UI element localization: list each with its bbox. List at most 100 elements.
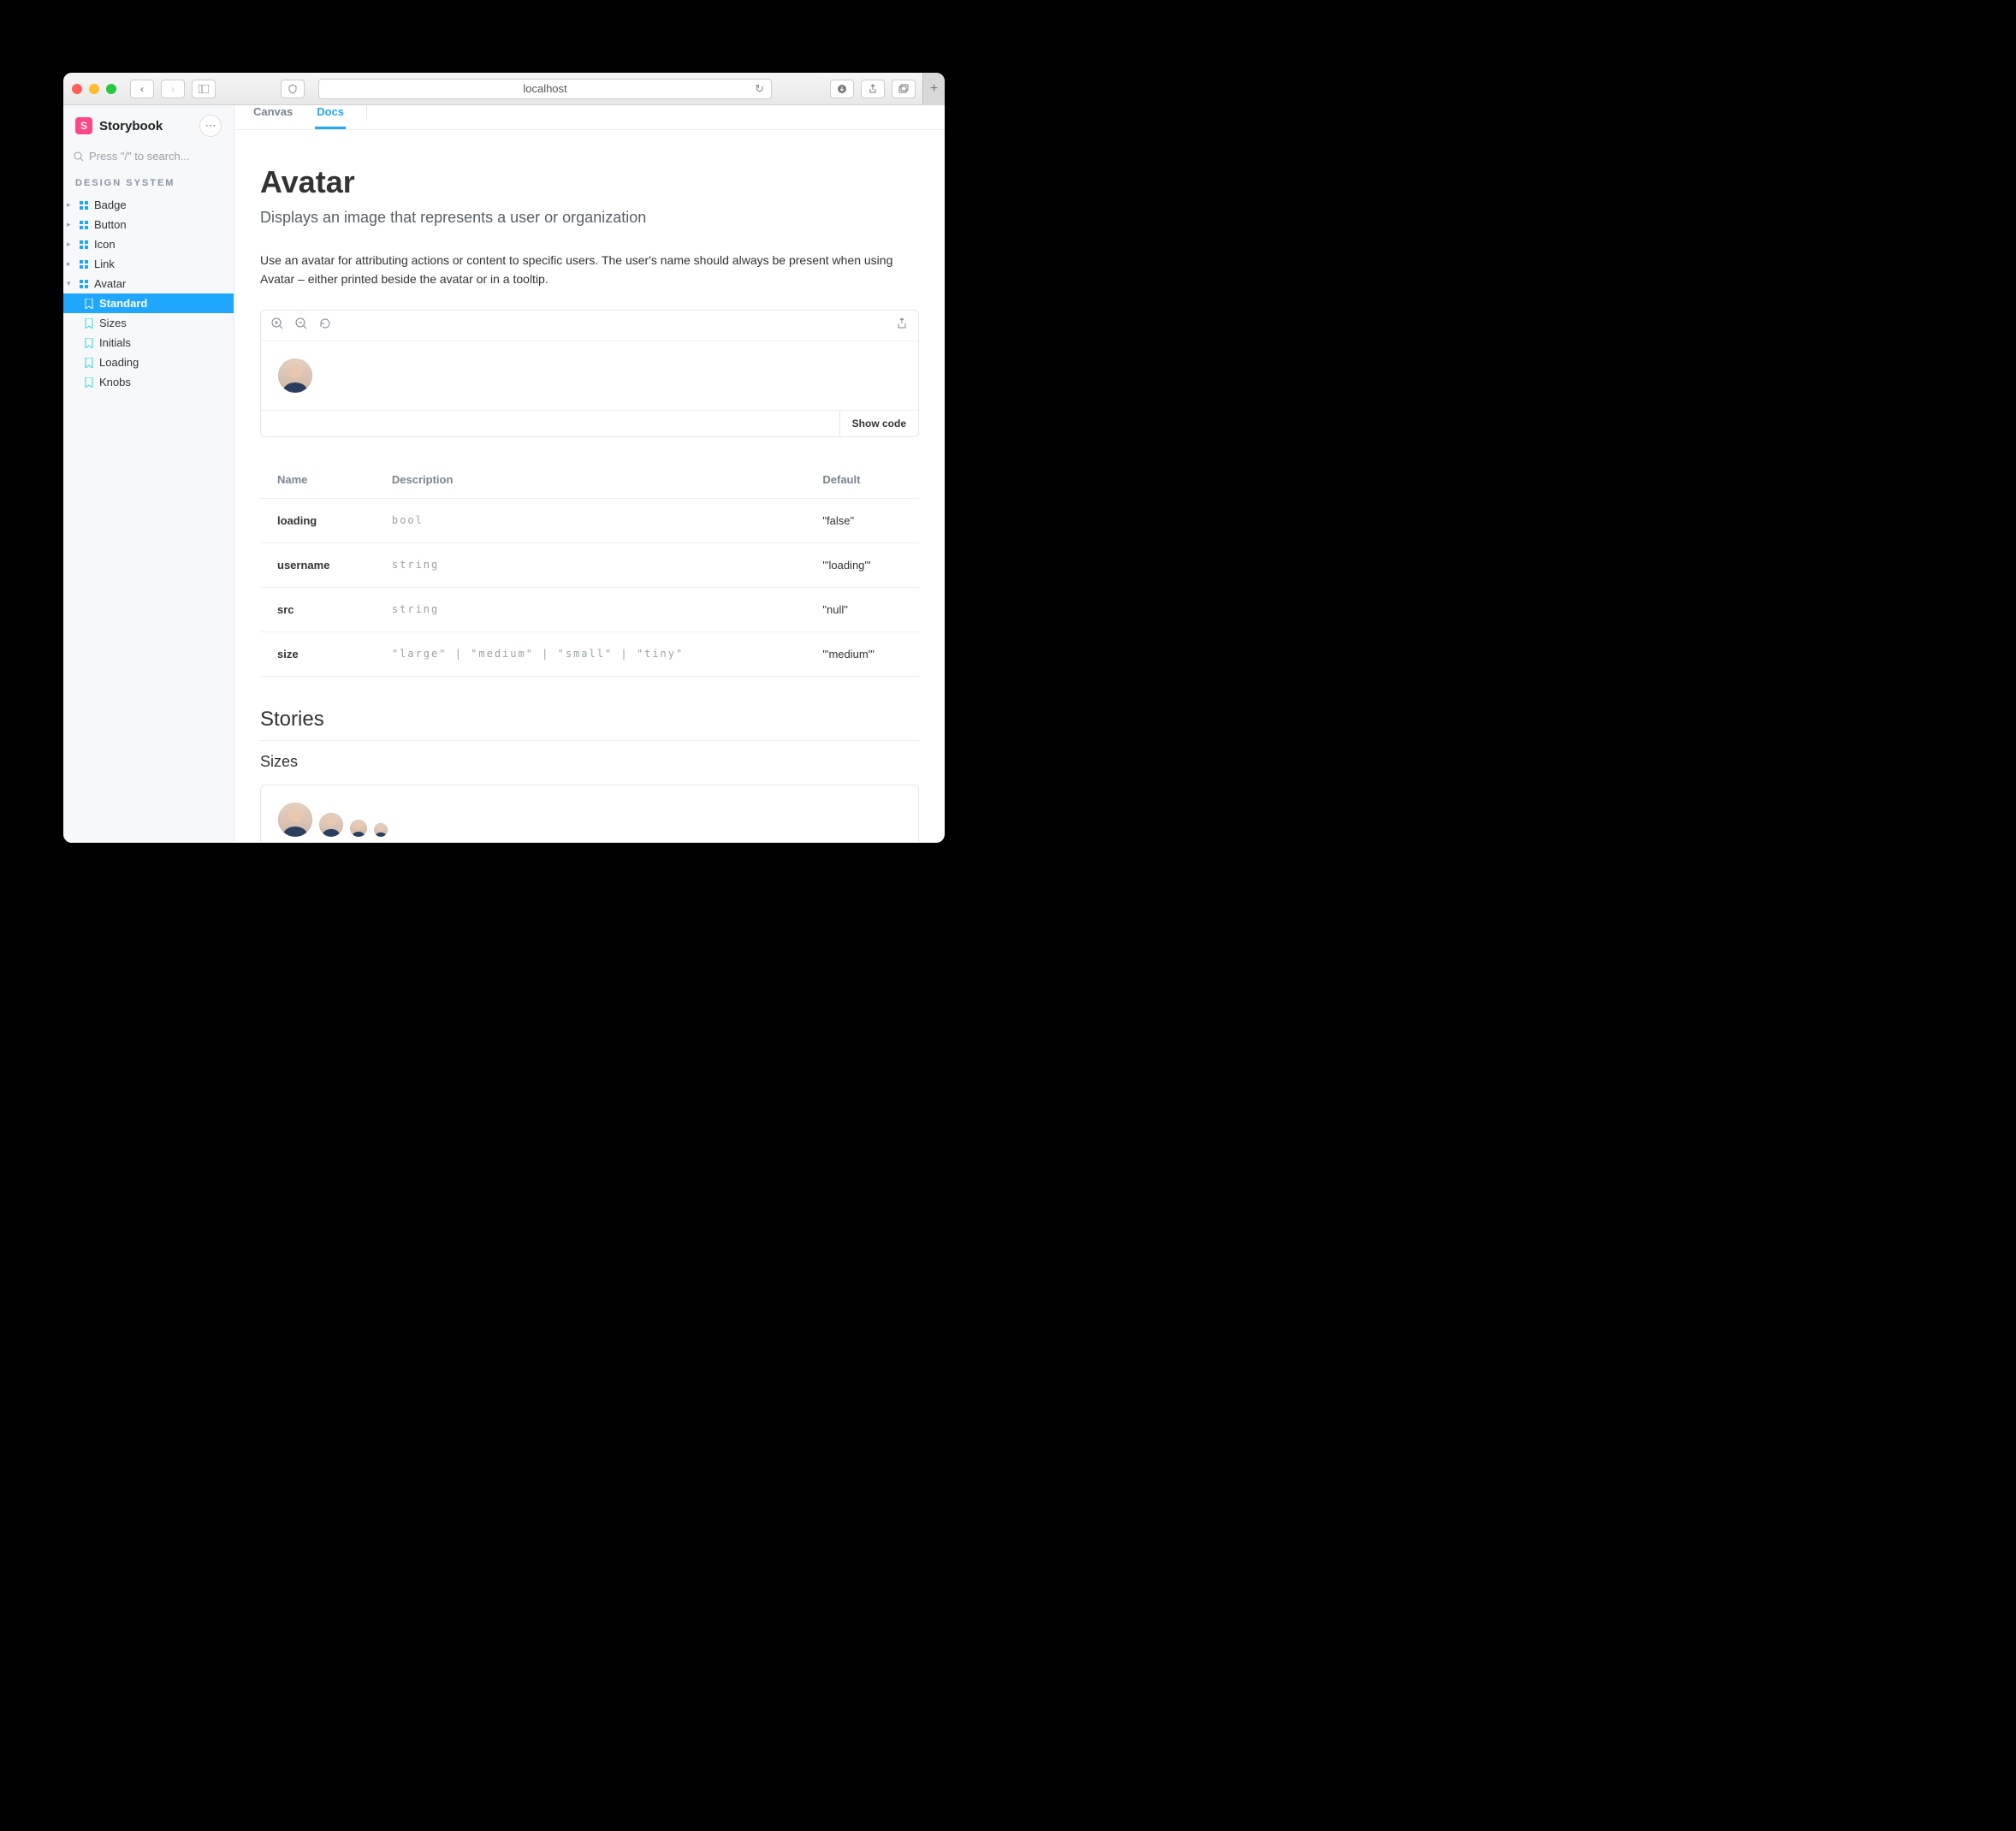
page-subtitle: Displays an image that represents a user… bbox=[260, 209, 919, 227]
sidebar: S Storybook ⋯ Press "/" to search... DES… bbox=[63, 105, 234, 843]
sidebar-item-label: Sizes bbox=[99, 317, 127, 329]
prop-description: bool bbox=[375, 498, 805, 542]
sidebar-section-label: DESIGN SYSTEM bbox=[63, 175, 234, 195]
sidebar-item-icon[interactable]: ▸ Icon bbox=[63, 234, 234, 254]
sidebar-item-label: Initials bbox=[99, 336, 131, 349]
sidebar-story-sizes[interactable]: Sizes bbox=[63, 313, 234, 333]
avatar bbox=[278, 358, 312, 393]
downloads-button[interactable] bbox=[830, 80, 854, 98]
search-input[interactable]: Press "/" to search... bbox=[74, 150, 223, 163]
sidebar-story-initials[interactable]: Initials bbox=[63, 333, 234, 353]
sidebar-item-avatar[interactable]: ▾ Avatar bbox=[63, 274, 234, 293]
share-button[interactable] bbox=[861, 80, 885, 98]
preview-toolbar bbox=[261, 311, 918, 341]
sidebar-item-label: Icon bbox=[94, 238, 116, 251]
avatar-medium bbox=[319, 813, 343, 837]
stories-heading: Stories bbox=[260, 708, 919, 741]
story-icon bbox=[84, 377, 94, 388]
sidebar-story-knobs[interactable]: Knobs bbox=[63, 372, 234, 392]
prop-name: loading bbox=[260, 498, 375, 542]
avatar-small bbox=[350, 820, 367, 837]
sidebar-item-label: Badge bbox=[94, 199, 127, 211]
open-external-icon[interactable] bbox=[896, 317, 908, 334]
zoom-out-icon[interactable] bbox=[295, 317, 307, 334]
sidebar-item-label: Standard bbox=[99, 297, 147, 310]
props-header-name: Name bbox=[260, 461, 375, 499]
forward-button[interactable]: › bbox=[161, 80, 185, 98]
prop-description: "large" | "medium" | "small" | "tiny" bbox=[375, 631, 805, 676]
prop-name: src bbox=[260, 587, 375, 631]
table-row: size "large" | "medium" | "small" | "tin… bbox=[260, 631, 919, 676]
storybook-logo[interactable]: S Storybook bbox=[75, 117, 163, 134]
minimize-window-button[interactable] bbox=[89, 84, 99, 94]
tabs-button[interactable] bbox=[892, 80, 916, 98]
traffic-lights bbox=[72, 84, 116, 94]
app: S Storybook ⋯ Press "/" to search... DES… bbox=[63, 105, 945, 843]
component-icon bbox=[79, 279, 89, 289]
story-icon bbox=[84, 318, 94, 329]
props-table: Name Description Default loading bool "f… bbox=[260, 461, 919, 677]
sidebar-item-badge[interactable]: ▸ Badge bbox=[63, 195, 234, 215]
sidebar-item-button[interactable]: ▸ Button bbox=[63, 215, 234, 234]
preview-footer: Show code bbox=[261, 410, 918, 436]
caret-right-icon: ▸ bbox=[67, 259, 74, 269]
prop-default: "null" bbox=[805, 587, 919, 631]
sidebar-item-link[interactable]: ▸ Link bbox=[63, 254, 234, 274]
props-header-description: Description bbox=[375, 461, 805, 499]
new-tab-button[interactable]: + bbox=[922, 73, 945, 105]
zoom-in-icon[interactable] bbox=[271, 317, 283, 334]
table-row: username string "'loading'" bbox=[260, 542, 919, 587]
sidebar-item-label: Link bbox=[94, 258, 115, 270]
sidebar-item-label: Loading bbox=[99, 356, 139, 369]
zoom-reset-icon[interactable] bbox=[319, 317, 331, 334]
caret-right-icon: ▸ bbox=[67, 220, 74, 229]
component-icon bbox=[79, 200, 89, 210]
prop-name: size bbox=[260, 631, 375, 676]
sidebar-item-label: Knobs bbox=[99, 376, 131, 388]
tab-canvas[interactable]: Canvas bbox=[252, 105, 294, 129]
page-title: Avatar bbox=[260, 164, 919, 200]
reader-button[interactable] bbox=[281, 80, 305, 98]
download-icon bbox=[837, 84, 847, 94]
zoom-window-button[interactable] bbox=[106, 84, 116, 94]
sidebar-header: S Storybook ⋯ bbox=[63, 105, 234, 146]
sidebar-menu-button[interactable]: ⋯ bbox=[199, 115, 222, 137]
search-placeholder: Press "/" to search... bbox=[89, 150, 190, 163]
avatar-large bbox=[278, 803, 312, 837]
sizes-preview bbox=[260, 785, 919, 843]
sidebar-item-label: Button bbox=[94, 218, 127, 231]
doc-content: Avatar Displays an image that represents… bbox=[234, 130, 945, 843]
tab-docs[interactable]: Docs bbox=[315, 105, 346, 129]
preview-body bbox=[261, 341, 918, 410]
caret-right-icon: ▸ bbox=[67, 200, 74, 210]
reload-icon[interactable]: ↻ bbox=[755, 82, 764, 96]
prop-description: string bbox=[375, 542, 805, 587]
tab-separator bbox=[366, 105, 367, 121]
sidebar-tree: ▸ Badge ▸ Button ▸ bbox=[63, 195, 234, 392]
prop-default: "'loading'" bbox=[805, 542, 919, 587]
story-icon bbox=[84, 299, 94, 309]
story-icon bbox=[84, 338, 94, 348]
component-icon bbox=[79, 259, 89, 270]
address-bar[interactable]: localhost ↻ bbox=[318, 79, 772, 99]
sidebar-story-loading[interactable]: Loading bbox=[63, 353, 234, 372]
sidebar-toggle-button[interactable] bbox=[192, 80, 216, 98]
show-code-button[interactable]: Show code bbox=[839, 411, 918, 436]
browser-window: ‹ › localhost ↻ + S Storybook bbox=[63, 73, 945, 843]
story-icon bbox=[84, 358, 94, 368]
titlebar: ‹ › localhost ↻ + bbox=[63, 73, 945, 105]
sizes-heading: Sizes bbox=[260, 753, 919, 771]
shield-icon bbox=[288, 84, 298, 94]
table-row: src string "null" bbox=[260, 587, 919, 631]
close-window-button[interactable] bbox=[72, 84, 82, 94]
caret-down-icon: ▾ bbox=[67, 279, 74, 288]
tabs-icon bbox=[898, 84, 909, 94]
table-row: loading bool "false" bbox=[260, 498, 919, 542]
sidebar-item-label: Avatar bbox=[94, 277, 126, 290]
page-description: Use an avatar for attributing actions or… bbox=[260, 251, 919, 289]
back-button[interactable]: ‹ bbox=[130, 80, 154, 98]
sidebar-story-standard[interactable]: Standard bbox=[63, 293, 234, 313]
component-icon bbox=[79, 220, 89, 230]
prop-name: username bbox=[260, 542, 375, 587]
search-icon bbox=[74, 151, 84, 162]
